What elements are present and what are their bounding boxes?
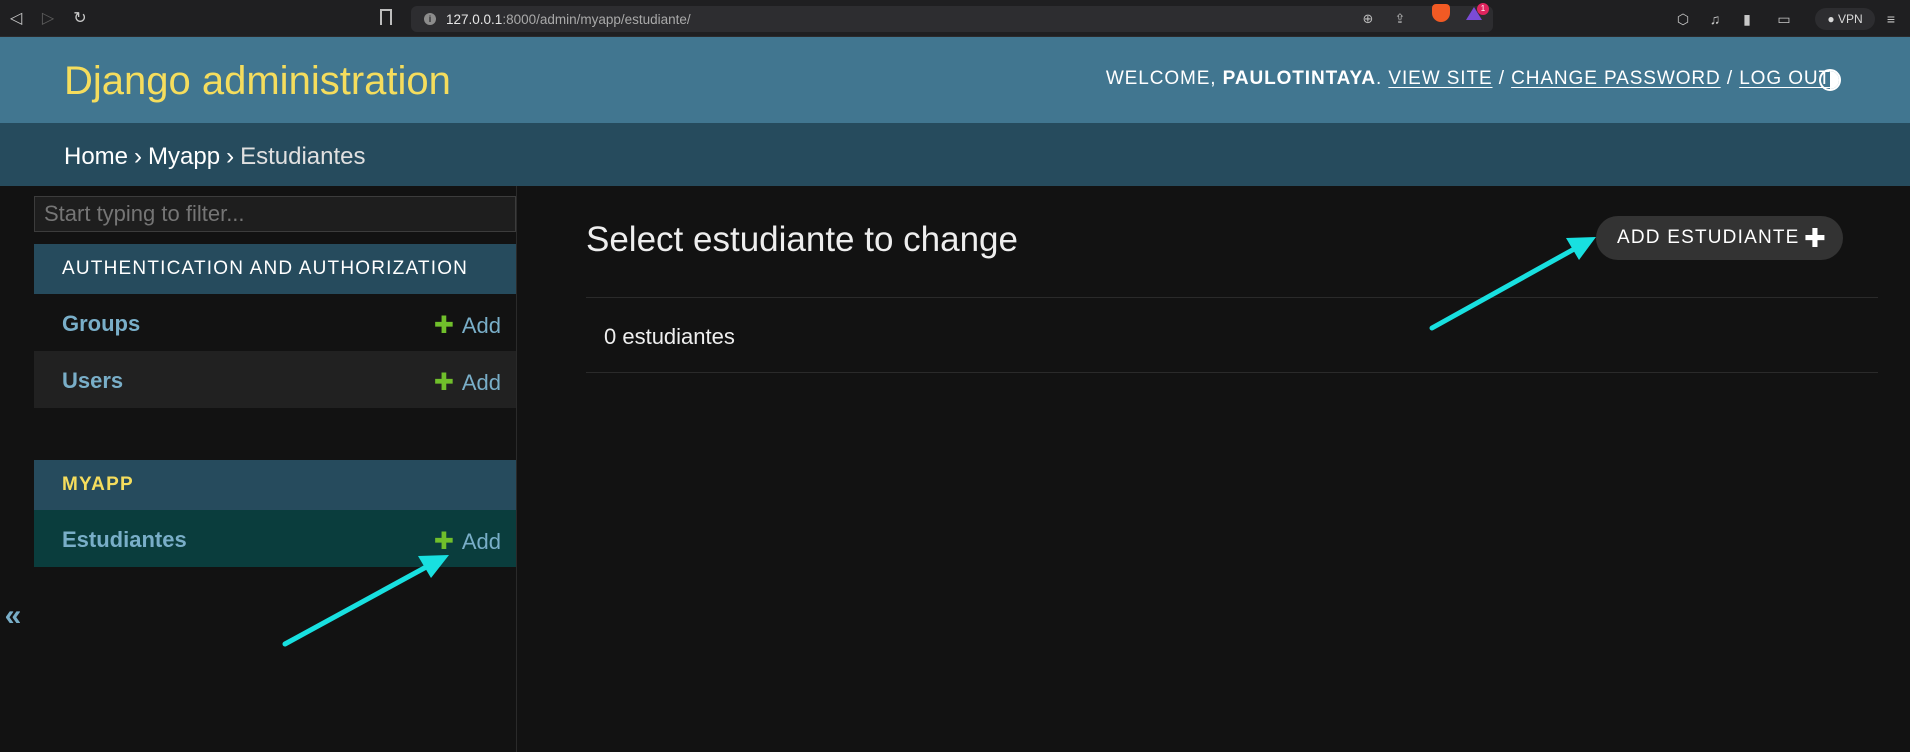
- user-tools: WELCOME, PAULOTINTAYA. VIEW SITE / CHANG…: [1106, 68, 1831, 90]
- add-label: Add: [461, 529, 501, 554]
- model-link-groups[interactable]: Groups: [62, 311, 140, 337]
- model-link-estudiantes[interactable]: Estudiantes: [62, 527, 187, 553]
- reload-icon[interactable]: ↻: [70, 9, 90, 29]
- browser-toolbar: ◁ ▷ ↻ i 127.0.0.1:8000/admin/myapp/estud…: [0, 0, 1910, 37]
- menu-icon[interactable]: ≡: [1882, 10, 1900, 28]
- rewards-badge: 1: [1477, 3, 1489, 15]
- wallet-icon[interactable]: ▭: [1775, 10, 1793, 28]
- add-estudiantes-link[interactable]: ✚ Add: [434, 527, 501, 556]
- site-info-icon[interactable]: i: [424, 13, 436, 25]
- add-button-label: ADD ESTUDIANTE: [1617, 227, 1800, 248]
- sidebar-item-users: Users ✚ Add: [34, 351, 516, 408]
- module-caption-myapp[interactable]: MYAPP: [34, 460, 516, 510]
- url-host: 127.0.0.1: [446, 12, 503, 27]
- add-plus-icon: ✚: [1804, 223, 1827, 253]
- url-text[interactable]: 127.0.0.1:8000/admin/myapp/estudiante/: [446, 12, 691, 27]
- add-label: Add: [461, 313, 501, 338]
- add-groups-link[interactable]: ✚ Add: [434, 311, 501, 340]
- add-users-link[interactable]: ✚ Add: [434, 368, 501, 397]
- theme-toggle-icon[interactable]: [1819, 69, 1841, 91]
- add-plus-icon: ✚: [433, 369, 454, 396]
- vpn-label: VPN: [1837, 12, 1863, 26]
- nav-sidebar: AUTHENTICATION AND AUTHORIZATION Groups …: [33, 186, 517, 752]
- result-count: 0 estudiantes: [604, 324, 735, 349]
- username: PAULOTINTAYA: [1222, 68, 1376, 89]
- welcome-text: WELCOME,: [1105, 68, 1223, 89]
- page-title: Select estudiante to change: [586, 220, 1018, 259]
- sidebar-filter-input[interactable]: [34, 196, 516, 232]
- breadcrumb: Home › Myapp › Estudiantes: [0, 123, 1910, 186]
- site-branding[interactable]: Django administration: [64, 59, 451, 104]
- url-path: :8000/admin/myapp/estudiante/: [502, 12, 691, 27]
- add-estudiante-button[interactable]: ADD ESTUDIANTE ✚: [1596, 216, 1843, 260]
- extensions-icon[interactable]: ⬡: [1674, 10, 1692, 28]
- model-link-users[interactable]: Users: [62, 368, 123, 394]
- breadcrumb-current: Estudiantes: [240, 143, 366, 170]
- back-icon[interactable]: ◁: [6, 9, 26, 29]
- breadcrumb-separator: ›: [134, 143, 143, 170]
- module-caption-auth[interactable]: AUTHENTICATION AND AUTHORIZATION: [34, 244, 516, 294]
- zoom-icon[interactable]: ⊕: [1359, 11, 1377, 27]
- media-icon[interactable]: ♫: [1706, 10, 1724, 28]
- sidebar-item-groups: Groups ✚ Add: [34, 294, 516, 351]
- separator: /: [1726, 68, 1733, 89]
- sidebar-toggle-icon[interactable]: ▮: [1738, 10, 1756, 28]
- forward-icon[interactable]: ▷: [38, 9, 58, 29]
- bookmark-icon[interactable]: [380, 9, 392, 25]
- log-out-link[interactable]: LOG OUT: [1739, 68, 1831, 89]
- separator: /: [1498, 68, 1505, 89]
- address-bar[interactable]: i 127.0.0.1:8000/admin/myapp/estudiante/…: [411, 6, 1493, 32]
- view-site-link[interactable]: VIEW SITE: [1388, 68, 1492, 89]
- sidebar-item-estudiantes: Estudiantes ✚ Add: [34, 510, 516, 567]
- share-icon[interactable]: ⇪: [1391, 11, 1409, 27]
- breadcrumb-separator: ›: [226, 143, 235, 170]
- admin-header: Django administration WELCOME, PAULOTINT…: [0, 37, 1910, 123]
- add-label: Add: [461, 370, 501, 395]
- breadcrumb-home[interactable]: Home: [64, 143, 128, 170]
- add-plus-icon: ✚: [433, 528, 454, 555]
- vpn-button[interactable]: ● VPN: [1815, 8, 1875, 30]
- changelist-results: 0 estudiantes: [586, 297, 1878, 373]
- add-plus-icon: ✚: [433, 312, 454, 339]
- sidebar-collapse-button[interactable]: «: [0, 596, 26, 636]
- breadcrumb-app[interactable]: Myapp: [148, 143, 220, 170]
- brave-shields-icon[interactable]: [1432, 4, 1450, 22]
- change-password-link[interactable]: CHANGE PASSWORD: [1511, 68, 1721, 89]
- period: .: [1376, 68, 1383, 89]
